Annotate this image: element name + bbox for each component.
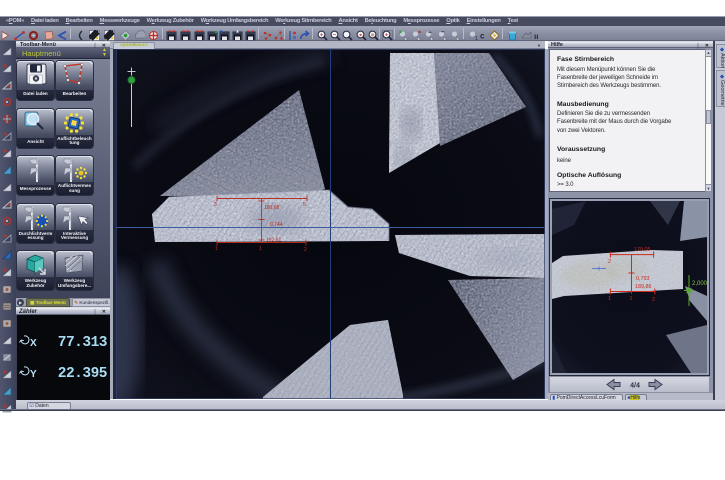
svg-text:77.313: 77.313 [58, 335, 107, 351]
svg-text:22.395: 22.395 [58, 366, 107, 382]
svg-text:Y: Y [30, 369, 37, 380]
svg-text:ıı: ıı [534, 32, 538, 41]
svg-text:c: c [480, 32, 485, 41]
svg-text:192,61: 192,61 [266, 238, 282, 244]
svg-text:1: 1 [215, 246, 218, 252]
svg-text:180,68: 180,68 [264, 205, 280, 211]
svg-text:2: 2 [304, 247, 307, 253]
svg-text:1: 1 [608, 296, 611, 302]
svg-text:●: ● [359, 32, 362, 38]
svg-text:3: 3 [214, 202, 217, 208]
svg-text:+: + [320, 32, 323, 38]
svg-text:1: 1 [259, 246, 262, 252]
svg-text:189,86: 189,86 [635, 284, 652, 290]
svg-text:4/4: 4/4 [630, 383, 640, 390]
svg-text:X: X [30, 338, 37, 349]
svg-text:2: 2 [652, 297, 655, 303]
svg-text:2: 2 [608, 259, 611, 265]
svg-text:179,05: 179,05 [634, 247, 651, 253]
svg-text:2,000: 2,000 [692, 281, 707, 287]
svg-text:■: ■ [371, 32, 374, 38]
svg-text:−: − [333, 32, 336, 38]
svg-text:0,793: 0,793 [636, 276, 650, 282]
svg-text:5: 5 [303, 202, 306, 208]
svg-text:+: + [385, 32, 388, 38]
svg-text:0,744: 0,744 [270, 222, 283, 228]
svg-text:1: 1 [630, 296, 633, 302]
